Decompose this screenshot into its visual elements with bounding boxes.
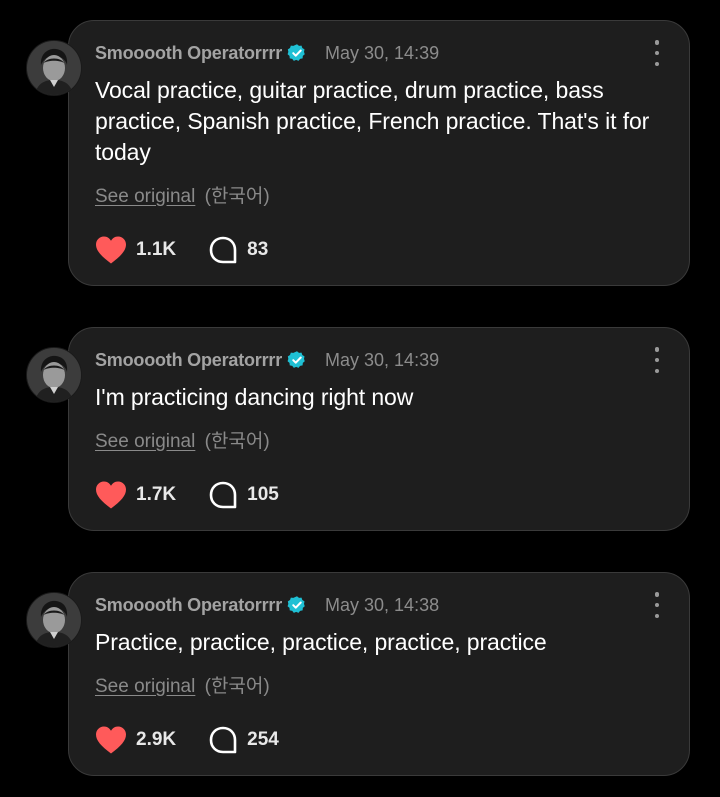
- avatar[interactable]: [26, 347, 82, 403]
- author-name[interactable]: Smooooth Operatorrrr: [95, 350, 282, 371]
- like-count: 2.9K: [136, 729, 177, 750]
- like-count: 1.7K: [136, 484, 177, 505]
- reply-button[interactable]: 254: [208, 725, 279, 755]
- verified-badge-icon: [287, 596, 305, 613]
- reply-bubble-icon: [209, 236, 237, 264]
- see-original-link[interactable]: See original: [95, 676, 195, 697]
- post-header: Smooooth Operatorrrr May 30, 14:39: [95, 41, 439, 65]
- post-stats: 2.9K 254: [95, 725, 279, 755]
- post-bubble[interactable]: Smooooth Operatorrrr May 30, 14:39 I'm p…: [68, 327, 690, 531]
- post-bubble[interactable]: Smooooth Operatorrrr May 30, 14:38 Pract…: [68, 572, 690, 776]
- post-date: May 30, 14:39: [325, 42, 440, 63]
- like-button[interactable]: 1.1K: [95, 235, 176, 265]
- reply-bubble-icon: [209, 726, 237, 754]
- like-count: 1.1K: [136, 239, 177, 260]
- post-stats: 1.1K 83: [95, 235, 268, 265]
- reply-count: 105: [247, 484, 279, 505]
- heart-icon: [96, 726, 126, 754]
- reply-count: 254: [247, 729, 279, 750]
- post-header: Smooooth Operatorrrr May 30, 14:39: [95, 348, 439, 372]
- original-language: (한국어): [204, 431, 270, 452]
- more-options-icon[interactable]: [647, 347, 667, 373]
- post-header: Smooooth Operatorrrr May 30, 14:38: [95, 593, 439, 617]
- translation-note: See original (한국어): [95, 181, 270, 208]
- post-stats: 1.7K 105: [95, 480, 279, 510]
- post-text: I'm practicing dancing right now: [95, 384, 414, 410]
- post-date: May 30, 14:38: [325, 594, 440, 615]
- post-date: May 30, 14:39: [325, 349, 440, 370]
- see-original-link[interactable]: See original: [95, 431, 195, 452]
- author-name[interactable]: Smooooth Operatorrrr: [95, 43, 282, 64]
- reply-button[interactable]: 105: [208, 480, 279, 510]
- reply-button[interactable]: 83: [208, 235, 268, 265]
- more-options-icon[interactable]: [647, 592, 667, 618]
- more-options-icon[interactable]: [647, 40, 667, 66]
- heart-icon: [96, 236, 126, 264]
- post-bubble[interactable]: Smooooth Operatorrrr May 30, 14:39 Vocal…: [68, 20, 690, 286]
- see-original-link[interactable]: See original: [95, 186, 195, 207]
- verified-badge-icon: [287, 44, 305, 61]
- avatar[interactable]: [26, 592, 82, 648]
- avatar[interactable]: [26, 40, 82, 96]
- author-name[interactable]: Smooooth Operatorrrr: [95, 595, 282, 616]
- like-button[interactable]: 2.9K: [95, 725, 176, 755]
- translation-note: See original (한국어): [95, 426, 270, 453]
- reply-bubble-icon: [209, 481, 237, 509]
- translation-note: See original (한국어): [95, 671, 270, 698]
- post-text: Vocal practice, guitar practice, drum pr…: [95, 77, 650, 165]
- reply-count: 83: [247, 239, 269, 260]
- heart-icon: [96, 481, 126, 509]
- verified-badge-icon: [287, 351, 305, 368]
- post-text: Practice, practice, practice, practice, …: [95, 629, 547, 655]
- like-button[interactable]: 1.7K: [95, 480, 176, 510]
- original-language: (한국어): [204, 186, 270, 207]
- original-language: (한국어): [204, 676, 270, 697]
